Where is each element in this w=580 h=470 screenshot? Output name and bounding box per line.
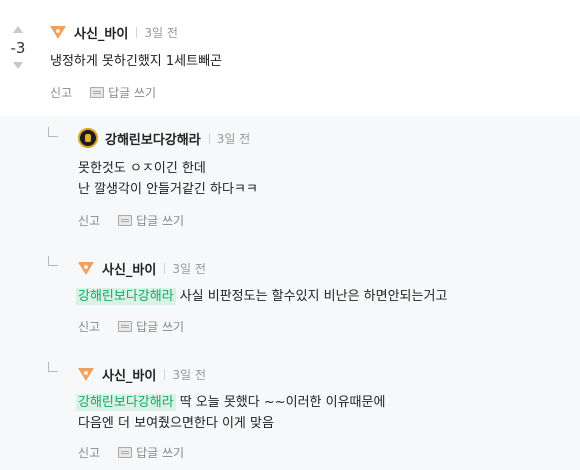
reply-body-line: 다음엔 더 보여줬으면한다 이게 맞음 [78,416,274,431]
reply-nickname[interactable]: 사신_바이 [102,365,156,384]
replies-section: 강해린보다강해라 3일 전 못한것도 ㅇㅈ이긴 한데 난 깔생각이 안들거같긴 … [0,116,580,470]
upvote-arrow-icon[interactable] [13,26,23,33]
reply-button[interactable]: 답글 쓰기 [118,444,184,461]
comment-actions: 신고 답글 쓰기 [50,84,156,101]
comment-header: 사신_바이 3일 전 [50,23,178,42]
reply-body-line: 난 깔생각이 안들거같긴 하다ㅋㅋ [78,182,258,197]
reply-button-label: 답글 쓰기 [136,320,185,334]
reply-indent-icon [48,127,58,137]
reply-header: 사신_바이 3일 전 [78,365,206,384]
header-divider [136,27,138,38]
reply-body-line: 딱 오늘 못했다 ~~이러한 이유때문에 [179,395,386,410]
orange-triangle-badge-icon [78,262,94,275]
reply-button[interactable]: 답글 쓰기 [118,318,184,335]
round-gold-badge-icon [78,128,98,148]
comment-nickname[interactable]: 사신_바이 [74,23,128,42]
reply-body-line: 사실 비판정도는 할수있지 비난은 하면안되는거고 [179,289,448,304]
reply-button[interactable]: 답글 쓰기 [90,84,156,101]
reply-body: 강해린보다강해라 사실 비판정도는 할수있지 비난은 하면안되는거고 [76,286,447,307]
reply-actions: 신고 답글 쓰기 [78,318,184,335]
reply-button-label: 답글 쓰기 [108,86,157,100]
vote-control: -3 [6,26,30,69]
comment-body: 냉정하게 못하긴했지 1세트빼곤 [50,54,223,69]
reply-actions: 신고 답글 쓰기 [78,444,184,461]
reply-header: 사신_바이 3일 전 [78,259,206,278]
header-divider [164,263,166,274]
reply-body: 강해린보다강해라 딱 오늘 못했다 ~~이러한 이유때문에 다음엔 더 보여줬으면… [76,392,385,434]
header-divider [208,132,210,144]
reply-button-label: 답글 쓰기 [136,446,185,460]
orange-triangle-badge-icon [78,368,94,381]
reply-actions: 신고 답글 쓰기 [78,212,184,229]
reply-indent-icon [48,362,58,372]
header-divider [164,369,166,380]
reply-nickname[interactable]: 강해린보다강해라 [105,129,201,148]
vote-score: -3 [10,39,26,57]
orange-triangle-badge-icon [50,26,66,39]
report-button[interactable]: 신고 [78,318,100,335]
comment-time: 3일 전 [144,26,178,40]
reply-icon [118,447,133,458]
downvote-arrow-icon[interactable] [13,62,23,69]
reply-icon [118,321,133,332]
mention-tag[interactable]: 강해린보다강해라 [76,394,176,411]
reply-header: 강해린보다강해라 3일 전 [78,128,250,148]
report-button[interactable]: 신고 [50,84,72,101]
reply-time: 3일 전 [216,131,251,146]
reply-button-label: 답글 쓰기 [136,214,185,228]
main-comment: -3 사신_바이 3일 전 냉정하게 못하긴했지 1세트빼곤 신고 답글 쓰기 [0,0,580,116]
reply-time: 3일 전 [172,262,206,276]
reply-body-line: 못한것도 ㅇㅈ이긴 한데 [78,161,206,176]
report-button[interactable]: 신고 [78,212,100,229]
reply-body: 못한것도 ㅇㅈ이긴 한데 난 깔생각이 안들거같긴 하다ㅋㅋ [78,158,258,200]
reply-indent-icon [48,256,58,266]
reply-icon [90,87,105,98]
reply-button[interactable]: 답글 쓰기 [118,212,184,229]
mention-tag[interactable]: 강해린보다강해라 [76,288,176,305]
report-button[interactable]: 신고 [78,444,100,461]
reply-nickname[interactable]: 사신_바이 [102,259,156,278]
reply-time: 3일 전 [172,368,206,382]
reply-icon [118,215,133,226]
